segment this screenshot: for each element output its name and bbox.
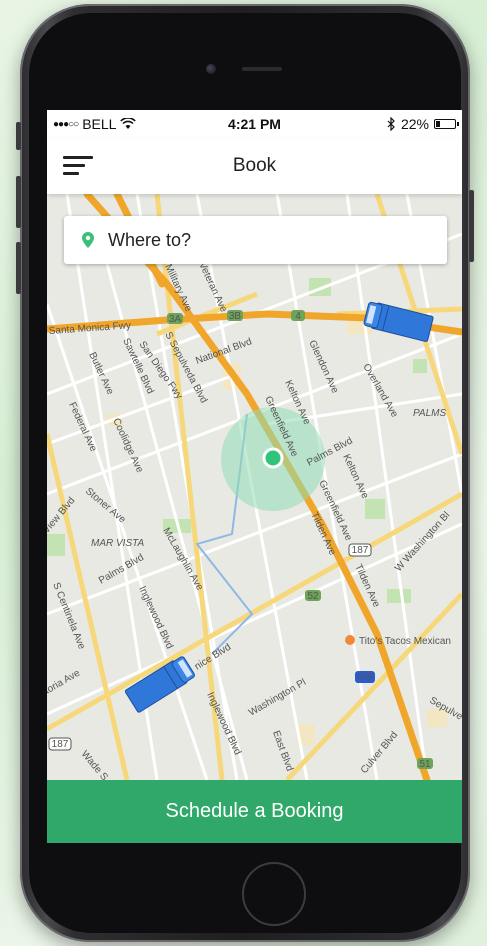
status-bar: ●●●○○ BELL 4:21 PM 22% — [47, 110, 462, 138]
shield-187a-label: 187 — [352, 545, 369, 556]
label-titos: Tito's Tacos Mexican — [359, 636, 451, 647]
location-pin-icon — [82, 232, 94, 248]
nav-bar: Book — [47, 138, 462, 194]
volume-up-button — [16, 176, 21, 228]
app-screen: ●●●○○ BELL 4:21 PM 22% Book 3A 3B 4 52 5… — [47, 110, 462, 843]
highway-shield-4: 4 — [291, 310, 305, 322]
volume-down-button — [16, 242, 21, 294]
battery-level — [436, 121, 440, 127]
page-title: Book — [232, 155, 277, 176]
restaurant-icon — [345, 635, 355, 645]
highway-shield-3a: 3A — [167, 313, 183, 325]
highway-shield-51: 51 — [417, 758, 433, 770]
battery-percent: 22% — [400, 116, 429, 132]
power-button — [469, 190, 474, 262]
shield-3b-label: 3B — [229, 311, 242, 322]
highway-shield-405: 405 — [355, 671, 375, 683]
highway-shield-52: 52 — [305, 590, 321, 602]
battery-icon — [434, 119, 459, 129]
shield-51-label: 51 — [419, 759, 431, 770]
shield-52-label: 52 — [307, 591, 319, 602]
shield-4-label: 4 — [295, 311, 301, 322]
silent-switch — [16, 122, 21, 150]
front-camera — [206, 64, 216, 74]
shield-3a-label: 3A — [169, 314, 182, 325]
label-mar-vista: MAR VISTA — [91, 538, 144, 549]
where-to-search-input[interactable]: Where to? — [64, 216, 447, 264]
shield-187b-label: 187 — [52, 739, 69, 750]
label-palms: PALMS — [413, 408, 446, 419]
map-view[interactable]: 3A 3B 4 52 51 187 187 405 Santa Monica F… — [47, 194, 462, 780]
shield-405-label: 405 — [357, 672, 374, 683]
home-button[interactable] — [242, 862, 306, 926]
bluetooth-icon — [387, 117, 395, 131]
status-right: 22% — [387, 116, 459, 132]
highway-shield-187b: 187 — [48, 737, 72, 751]
current-location-dot[interactable] — [262, 447, 284, 469]
earpiece-speaker — [242, 67, 282, 71]
poi-titos-tacos[interactable]: Tito's Tacos Mexican — [345, 635, 451, 647]
highway-shield-187a: 187 — [348, 543, 372, 557]
search-placeholder: Where to? — [108, 229, 192, 250]
highway-shield-3b: 3B — [227, 310, 243, 322]
schedule-booking-button[interactable]: Schedule a Booking — [47, 780, 462, 843]
